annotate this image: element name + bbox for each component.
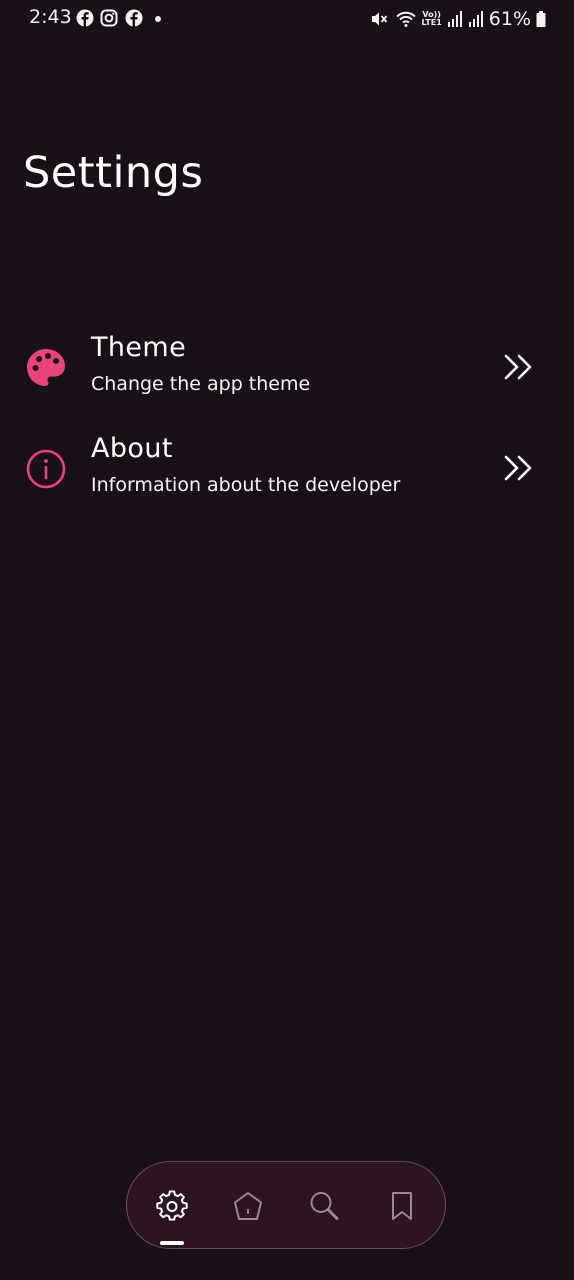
volte-icon: Vo)) LTE1: [421, 10, 442, 27]
facebook-icon: [76, 9, 94, 27]
settings-item-title: Theme: [91, 332, 187, 363]
battery-percent: 61%: [488, 8, 531, 30]
signal-icon: [468, 11, 483, 27]
wifi-icon: [395, 11, 416, 27]
battery-icon: [536, 11, 546, 27]
search-icon[interactable]: [308, 1190, 340, 1222]
settings-item-subtitle: Change the app theme: [91, 373, 311, 395]
bookmark-icon[interactable]: [386, 1190, 418, 1222]
page-title: Settings: [23, 148, 204, 198]
settings-item-theme[interactable]: Theme Change the app theme: [0, 322, 574, 412]
settings-icon[interactable]: [156, 1190, 188, 1222]
settings-item-title: About: [91, 433, 173, 464]
mute-icon: [371, 12, 387, 26]
home-icon[interactable]: [232, 1190, 264, 1222]
status-bar: 2:43 Vo)) LTE1 61%: [0, 0, 574, 38]
double-chevron-right-icon: [504, 455, 532, 481]
bottom-nav: [126, 1161, 446, 1249]
notification-dot: [155, 16, 161, 22]
status-time: 2:43: [29, 6, 72, 28]
settings-item-subtitle: Information about the developer: [91, 474, 401, 496]
active-tab-indicator: [160, 1241, 184, 1245]
palette-icon: [27, 349, 65, 386]
signal-icon: [447, 11, 462, 27]
facebook-icon: [125, 9, 143, 27]
info-icon: [26, 449, 66, 489]
status-right-group: Vo)) LTE1 61%: [370, 6, 547, 32]
double-chevron-right-icon: [504, 354, 532, 380]
instagram-icon: [100, 9, 118, 27]
settings-item-about[interactable]: About Information about the developer: [0, 423, 574, 513]
